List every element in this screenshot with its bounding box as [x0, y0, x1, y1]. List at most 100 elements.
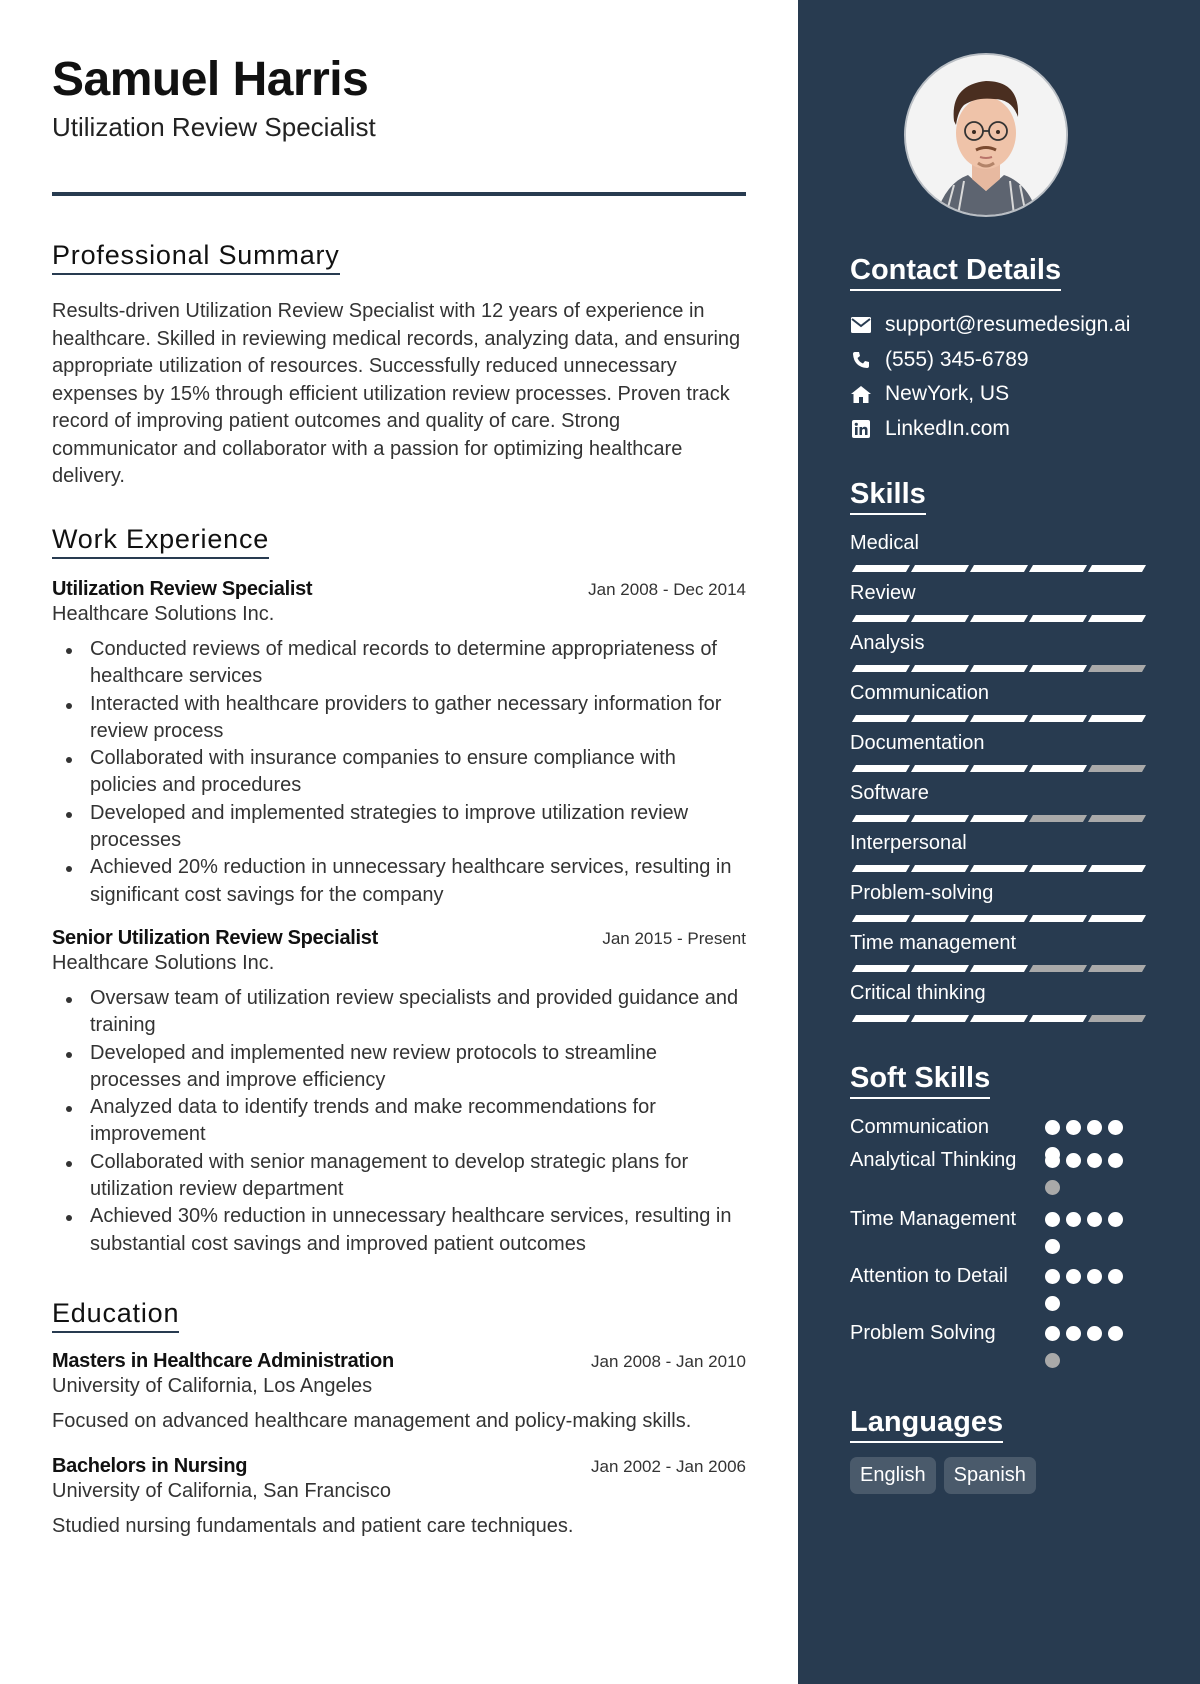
rating-segment-filled — [910, 565, 970, 572]
rating-dot-filled — [1045, 1296, 1060, 1311]
rating-dot-empty — [1045, 1353, 1060, 1368]
contact-linkedin[interactable]: LinkedIn.com — [850, 412, 1170, 447]
rating-dot-filled — [1087, 1326, 1102, 1341]
job-bullet: Collaborated with senior management to d… — [52, 1149, 746, 1204]
rating-dot-filled — [1045, 1239, 1060, 1254]
education-dates: Jan 2002 - Jan 2006 — [590, 1457, 746, 1476]
rating-segment-filled — [851, 965, 911, 972]
rating-segment-filled — [910, 665, 970, 672]
rating-dot-filled — [1087, 1269, 1102, 1284]
rating-dot-filled — [1087, 1153, 1102, 1168]
education-heading: Education — [52, 1298, 180, 1333]
rating-segment-empty — [1087, 765, 1147, 772]
rating-segment-filled — [969, 765, 1029, 772]
rating-segment-filled — [1028, 915, 1088, 922]
education-dates: Jan 2008 - Jan 2010 — [590, 1352, 746, 1371]
job-bullet: Analyzed data to identify trends and mak… — [52, 1094, 746, 1149]
skill-item: Review — [850, 580, 1160, 630]
rating-dot-filled — [1108, 1212, 1123, 1227]
job-role: Utilization Review Specialist — [52, 578, 313, 600]
education-entry: Bachelors in Nursing Jan 2002 - Jan 2006… — [52, 1455, 746, 1538]
soft-skill-name: Analytical Thinking — [850, 1149, 1017, 1171]
soft-skills-heading: Soft Skills — [850, 1062, 991, 1099]
skill-item: Time management — [850, 930, 1160, 980]
rating-segment-filled — [851, 815, 911, 822]
rating-segment-filled — [910, 765, 970, 772]
candidate-name: Samuel Harris — [52, 53, 369, 106]
avatar-photo-icon — [906, 55, 1066, 215]
job-company: Healthcare Solutions Inc. — [52, 603, 275, 625]
rating-segment-filled — [1087, 915, 1147, 922]
rating-segment-filled — [969, 1015, 1029, 1022]
rating-dot-filled — [1045, 1212, 1060, 1227]
rating-segment-filled — [969, 815, 1029, 822]
rating-dot-filled — [1108, 1153, 1123, 1168]
job-bullet: Developed and implemented new review pro… — [52, 1040, 746, 1095]
rating-dot-filled — [1066, 1153, 1081, 1168]
contact-location-text: NewYork, US — [885, 382, 1010, 406]
education-entry: Masters in Healthcare Administration Jan… — [52, 1350, 746, 1433]
job-bullet: Developed and implemented strategies to … — [52, 800, 746, 855]
languages-list: English Spanish — [850, 1457, 1036, 1494]
skill-item: Analysis — [850, 630, 1160, 680]
skill-item: Critical thinking — [850, 980, 1160, 1030]
rating-dot-filled — [1066, 1120, 1081, 1135]
contact-list: support@resumedesign.ai (555) 345-6789 N… — [850, 308, 1170, 446]
contact-email[interactable]: support@resumedesign.ai — [850, 308, 1170, 343]
skill-rating — [851, 565, 1160, 572]
degree: Bachelors in Nursing — [52, 1455, 248, 1477]
rating-segment-filled — [851, 915, 911, 922]
contact-heading: Contact Details — [850, 254, 1062, 291]
rating-segment-filled — [851, 615, 911, 622]
rating-dot-empty — [1045, 1180, 1060, 1195]
rating-segment-filled — [910, 965, 970, 972]
education-description: Studied nursing fundamentals and patient… — [52, 1515, 574, 1537]
rating-segment-filled — [1028, 565, 1088, 572]
soft-skill-name: Communication — [850, 1116, 989, 1138]
soft-skill-name: Time Management — [850, 1208, 1016, 1230]
rating-segment-filled — [1028, 715, 1088, 722]
rating-dot-filled — [1066, 1326, 1081, 1341]
skill-name: Medical — [850, 532, 919, 554]
job-dates: Jan 2015 - Present — [602, 929, 746, 948]
rating-segment-empty — [1087, 665, 1147, 672]
rating-segment-empty — [1028, 965, 1088, 972]
rating-dot-filled — [1087, 1212, 1102, 1227]
rating-dot-filled — [1045, 1120, 1060, 1135]
rating-segment-filled — [969, 915, 1029, 922]
skill-rating — [851, 915, 1160, 922]
skill-item: Communication — [850, 680, 1160, 730]
rating-segment-filled — [1087, 615, 1147, 622]
rating-dot-filled — [1045, 1269, 1060, 1284]
job-bullet: Oversaw team of utilization review speci… — [52, 985, 746, 1040]
rating-segment-filled — [969, 665, 1029, 672]
contact-phone[interactable]: (555) 345-6789 — [850, 343, 1170, 378]
school: University of California, San Francisco — [52, 1480, 392, 1502]
soft-skill-item: Time Management — [850, 1206, 1170, 1263]
rating-segment-filled — [969, 715, 1029, 722]
skill-rating — [851, 765, 1160, 772]
degree: Masters in Healthcare Administration — [52, 1350, 394, 1372]
home-icon — [850, 383, 872, 405]
candidate-title: Utilization Review Specialist — [52, 112, 376, 142]
job-bullets: Conducted reviews of medical records to … — [52, 636, 746, 909]
rating-segment-empty — [1087, 815, 1147, 822]
job-entry: Utilization Review Specialist Jan 2008 -… — [52, 578, 746, 909]
job-entry: Senior Utilization Review Specialist Jan… — [52, 927, 746, 1258]
rating-segment-filled — [969, 965, 1029, 972]
rating-segment-filled — [1028, 665, 1088, 672]
rating-dot-filled — [1066, 1269, 1081, 1284]
soft-skill-rating — [1045, 1147, 1130, 1195]
rating-segment-filled — [969, 565, 1029, 572]
rating-segment-filled — [910, 915, 970, 922]
rating-dot-filled — [1087, 1120, 1102, 1135]
soft-skill-item: Analytical Thinking — [850, 1147, 1170, 1206]
rating-segment-empty — [1087, 1015, 1147, 1022]
avatar — [904, 53, 1068, 217]
education-description: Focused on advanced healthcare managemen… — [52, 1410, 692, 1432]
contact-linkedin-text: LinkedIn.com — [885, 416, 1010, 440]
contact-email-text: support@resumedesign.ai — [885, 313, 1131, 337]
job-bullets: Oversaw team of utilization review speci… — [52, 985, 746, 1258]
skill-name: Documentation — [850, 732, 985, 754]
skill-name: Critical thinking — [850, 982, 986, 1004]
